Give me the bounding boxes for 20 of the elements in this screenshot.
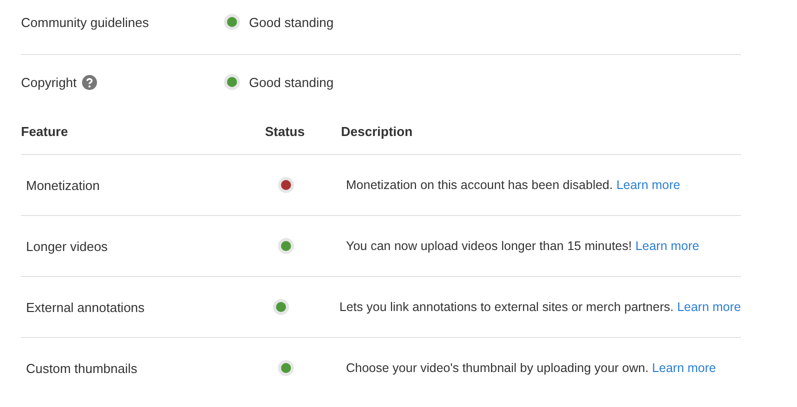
feature-name: Custom thumbnails — [26, 360, 138, 376]
feature-description: Monetization on this account has been disabled. Learn more — [346, 178, 682, 192]
standing-label: Community guidelines — [21, 14, 149, 30]
learn-more-link[interactable]: Learn more — [677, 300, 741, 314]
feature-description: You can now upload videos longer than 15 minutes! Learn more — [346, 239, 700, 253]
feature-name: Longer videos — [26, 238, 109, 254]
learn-more-link[interactable]: Learn more — [652, 361, 716, 375]
feature-description: Lets you link annotations to external sites or merch partners. Learn more — [339, 300, 741, 314]
learn-more-link[interactable]: Learn more — [635, 239, 700, 253]
feature-name: Monetization — [26, 178, 101, 192]
standing-status: Good standing — [249, 74, 334, 90]
column-header: Feature — [21, 124, 69, 139]
learn-more-link[interactable]: Learn more — [616, 178, 680, 192]
column-header: Description — [341, 124, 413, 139]
feature-description: Choose your video's thumbnail by uploading your own. Learn more — [346, 361, 717, 375]
standing-status: Good standing — [249, 14, 334, 30]
feature-name: External annotations — [26, 300, 146, 314]
help-icon[interactable] — [82, 74, 97, 90]
column-header: Status — [265, 124, 306, 139]
standing-label: Copyright — [21, 74, 77, 90]
